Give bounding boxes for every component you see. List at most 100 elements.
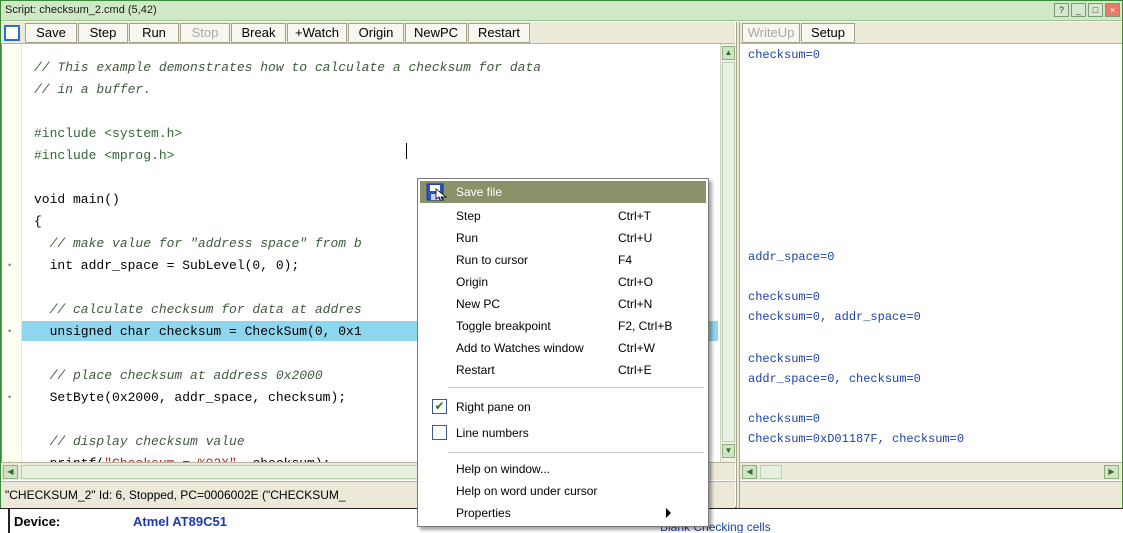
- menu-item-shortcut: Ctrl+O: [618, 275, 654, 289]
- output-line: checksum=0, addr_space=0: [748, 310, 921, 324]
- code-line[interactable]: // place checksum at address 0x2000: [34, 366, 323, 386]
- code-line[interactable]: {: [34, 212, 42, 232]
- save-button[interactable]: Save: [25, 23, 77, 43]
- code-line[interactable]: SetByte(0x2000, addr_space, checksum);: [34, 388, 346, 408]
- line-marker-icon[interactable]: •: [8, 326, 14, 336]
- menu-item-shortcut: Ctrl+N: [618, 297, 653, 311]
- menu-item-label: Restart: [456, 363, 495, 377]
- code-line[interactable]: #include <system.h>: [34, 124, 182, 144]
- output-line: checksum=0: [748, 412, 821, 426]
- code-line[interactable]: void main(): [34, 190, 120, 210]
- menu-item-label: Help on window...: [456, 462, 551, 476]
- code-line[interactable]: int addr_space = SubLevel(0, 0);: [34, 256, 300, 276]
- code-line[interactable]: unsigned char checksum = CheckSum(0, 0x1: [34, 322, 362, 342]
- submenu-arrow-icon: [666, 508, 671, 518]
- menu-separator: [448, 387, 704, 388]
- code-line[interactable]: // make value for "address space" from b: [34, 234, 362, 254]
- output-line: addr_space=0, checksum=0: [748, 372, 921, 386]
- maximize-icon[interactable]: □: [1088, 3, 1103, 17]
- context-menu: Save file Step Ctrl+T Run Ctrl+U Run to …: [417, 178, 709, 527]
- right-scroll-right-icon[interactable]: ▶: [1104, 465, 1119, 479]
- output-line: checksum=0: [748, 48, 821, 62]
- line-marker-icon[interactable]: •: [8, 392, 14, 402]
- pane-toggle-icon[interactable]: [4, 25, 20, 41]
- script-toolbar: Save Step Run Stop Break +Watch Origin N…: [1, 22, 735, 44]
- menu-item-properties[interactable]: Properties: [420, 502, 706, 524]
- code-line[interactable]: // display checksum value: [34, 432, 245, 452]
- code-line[interactable]: // in a buffer.: [34, 80, 151, 100]
- checkbox-unchecked-icon[interactable]: [432, 425, 447, 440]
- menu-item-shortcut: F2, Ctrl+B: [618, 319, 673, 333]
- minimize-icon[interactable]: _: [1071, 3, 1086, 17]
- menu-item-add-to-watches[interactable]: Add to Watches window Ctrl+W: [420, 337, 706, 359]
- menu-item-label: New PC: [456, 297, 501, 311]
- menu-item-help-on-word[interactable]: Help on word under cursor: [420, 480, 706, 502]
- title-bar[interactable]: Script: checksum_2.cmd (5,42) ? _ □ ×: [1, 1, 1122, 21]
- editor-vertical-scrollbar[interactable]: ▲ ▼: [720, 44, 736, 462]
- device-label: Device:: [14, 514, 61, 529]
- output-line: addr_space=0: [748, 250, 835, 264]
- device-value: Atmel AT89C51: [133, 514, 227, 529]
- right-horizontal-scroll-thumb[interactable]: [760, 465, 782, 479]
- right-toolbar: WriteUp Setup: [740, 22, 1122, 44]
- menu-item-shortcut: F4: [618, 253, 633, 267]
- menu-item-shortcut: Ctrl+E: [618, 363, 652, 377]
- menu-item-label: Add to Watches window: [456, 341, 584, 355]
- scroll-up-icon[interactable]: ▲: [722, 46, 735, 60]
- setup-button[interactable]: Setup: [801, 23, 855, 43]
- status-text: "CHECKSUM_2" Id: 6, Stopped, PC=0006002E…: [5, 488, 346, 502]
- menu-item-save-file[interactable]: Save file: [420, 181, 706, 203]
- menu-item-label: Properties: [456, 506, 511, 520]
- menu-item-shortcut: Ctrl+T: [618, 209, 651, 223]
- menu-item-step[interactable]: Step Ctrl+T: [420, 205, 706, 227]
- menu-item-label: Help on word under cursor: [456, 484, 598, 498]
- menu-item-label: Step: [456, 209, 481, 223]
- menu-item-toggle-breakpoint[interactable]: Toggle breakpoint F2, Ctrl+B: [420, 315, 706, 337]
- right-horizontal-scrollbar[interactable]: ◀ ▶: [740, 462, 1122, 480]
- restart-button[interactable]: Restart: [468, 23, 530, 43]
- code-line[interactable]: // calculate checksum for data at addres: [34, 300, 362, 320]
- menu-item-label: Right pane on: [456, 400, 531, 414]
- editor-gutter[interactable]: [2, 44, 22, 462]
- window-controls: ? _ □ ×: [1054, 3, 1120, 17]
- code-line[interactable]: #include <mprog.h>: [34, 146, 174, 166]
- menu-item-label: Run to cursor: [456, 253, 529, 267]
- output-line: checksum=0: [748, 290, 821, 304]
- menu-item-help-on-window[interactable]: Help on window...: [420, 458, 706, 480]
- checkbox-checked-icon[interactable]: ✔: [432, 399, 447, 414]
- menu-item-origin[interactable]: Origin Ctrl+O: [420, 271, 706, 293]
- writeup-button[interactable]: WriteUp: [742, 23, 800, 43]
- scroll-down-icon[interactable]: ▼: [722, 444, 735, 458]
- menu-item-label: Toggle breakpoint: [456, 319, 551, 333]
- menu-item-run-to-cursor[interactable]: Run to cursor F4: [420, 249, 706, 271]
- menu-item-new-pc[interactable]: New PC Ctrl+N: [420, 293, 706, 315]
- origin-button[interactable]: Origin: [348, 23, 404, 43]
- menu-item-right-pane-on[interactable]: ✔ Right pane on: [420, 396, 706, 418]
- line-marker-icon[interactable]: •: [8, 260, 14, 270]
- output-line: Checksum=0xD01187F, checksum=0: [748, 432, 965, 446]
- code-line[interactable]: // This example demonstrates how to calc…: [34, 58, 541, 78]
- text-cursor: [406, 143, 407, 159]
- menu-item-label: Save file: [456, 185, 503, 199]
- menu-item-label: Line numbers: [456, 426, 529, 440]
- save-icon: [426, 183, 448, 201]
- panel-divider: [8, 509, 10, 533]
- menu-item-run[interactable]: Run Ctrl+U: [420, 227, 706, 249]
- watch-button[interactable]: +Watch: [287, 23, 347, 43]
- help-icon[interactable]: ?: [1054, 3, 1069, 17]
- window-title: Script: checksum_2.cmd (5,42): [5, 4, 157, 16]
- run-button[interactable]: Run: [129, 23, 179, 43]
- menu-item-label: Origin: [456, 275, 489, 289]
- scroll-thumb[interactable]: [722, 62, 735, 442]
- close-icon[interactable]: ×: [1105, 3, 1120, 17]
- break-button[interactable]: Break: [231, 23, 286, 43]
- stop-button[interactable]: Stop: [180, 23, 230, 43]
- menu-item-restart[interactable]: Restart Ctrl+E: [420, 359, 706, 381]
- right-status-bar: [740, 481, 1122, 509]
- newpc-button[interactable]: NewPC: [405, 23, 467, 43]
- menu-item-line-numbers[interactable]: Line numbers: [420, 422, 706, 444]
- scroll-left-icon[interactable]: ◀: [3, 465, 18, 479]
- step-button[interactable]: Step: [78, 23, 128, 43]
- right-scroll-left-icon[interactable]: ◀: [742, 465, 757, 479]
- output-line: checksum=0: [748, 352, 821, 366]
